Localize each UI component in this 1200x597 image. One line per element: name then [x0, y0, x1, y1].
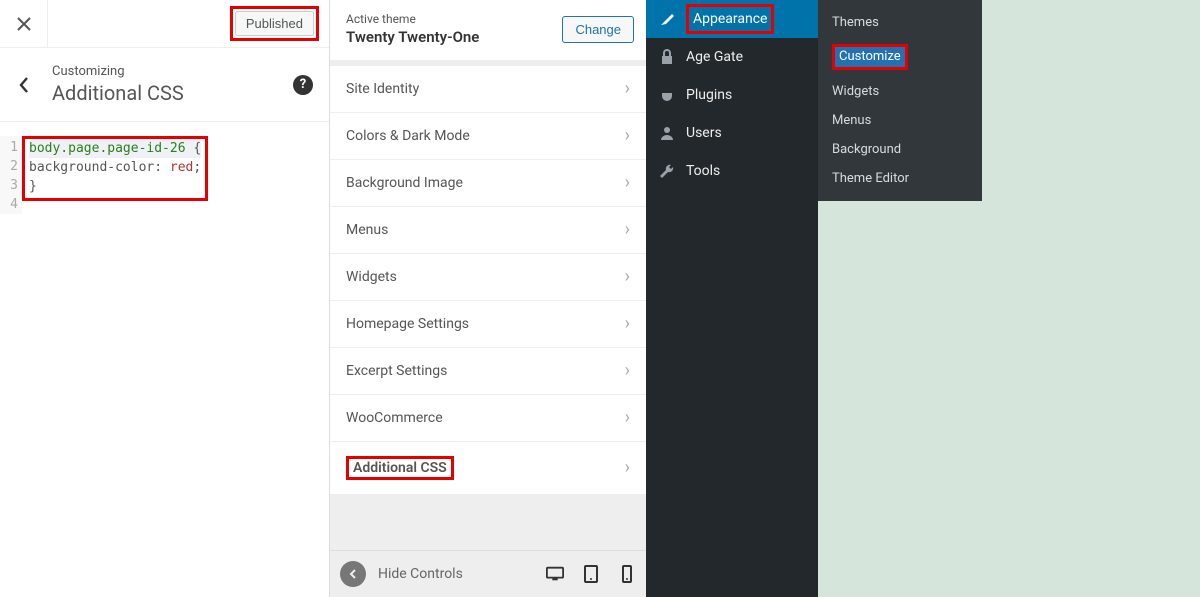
published-button[interactable]: Published: [235, 11, 314, 36]
css-editor[interactable]: 1 2 3 4 body.page.page-id-26 { backgroun…: [0, 122, 329, 214]
page-title: Additional CSS: [52, 81, 293, 105]
wrench-icon: [659, 163, 675, 179]
section-excerpt-settings[interactable]: Excerpt Settings›: [330, 348, 646, 395]
section-homepage-settings[interactable]: Homepage Settings›: [330, 301, 646, 348]
chevron-right-icon: ›: [625, 268, 630, 286]
close-button[interactable]: [0, 0, 48, 48]
customizer-additional-css-panel: Published Customizing Additional CSS ? 1…: [0, 0, 330, 597]
breadcrumb-row: Customizing Additional CSS ?: [0, 48, 329, 122]
css-code-highlight: body.page.page-id-26 { background-color:…: [22, 136, 208, 201]
close-icon: [17, 17, 31, 31]
desktop-preview-icon[interactable]: [546, 565, 564, 583]
chevron-right-icon: ›: [625, 127, 630, 145]
customizer-footer: Hide Controls: [330, 550, 646, 597]
mobile-preview-icon[interactable]: [618, 565, 636, 583]
chevron-right-icon: ›: [625, 174, 630, 192]
chevron-right-icon: ›: [625, 221, 630, 239]
line-number-gutter: 1 2 3 4: [0, 136, 22, 214]
chevron-right-icon: ›: [625, 315, 630, 333]
breadcrumb-label: Customizing: [52, 64, 293, 79]
plug-icon: [659, 87, 675, 103]
active-theme-block: Active theme Twenty Twenty-One Change: [330, 0, 646, 60]
section-menus[interactable]: Menus›: [330, 207, 646, 254]
admin-nav-users[interactable]: Users: [646, 114, 818, 152]
submenu-themes[interactable]: Themes: [818, 8, 982, 37]
submenu-background[interactable]: Background: [818, 135, 982, 164]
section-additional-css[interactable]: Additional CSS ›: [330, 442, 646, 495]
collapse-icon[interactable]: [340, 561, 366, 587]
user-icon: [659, 125, 675, 141]
submenu-widgets[interactable]: Widgets: [818, 77, 982, 106]
admin-nav-plugins[interactable]: Plugins: [646, 76, 818, 114]
section-site-identity[interactable]: Site Identity›: [330, 66, 646, 113]
chevron-left-icon: [18, 76, 30, 94]
help-icon[interactable]: ?: [293, 75, 313, 95]
published-highlight: Published: [230, 6, 319, 41]
submenu-theme-editor[interactable]: Theme Editor: [818, 164, 982, 193]
chevron-right-icon: ›: [625, 362, 630, 380]
section-list: Site Identity› Colors & Dark Mode› Backg…: [330, 60, 646, 495]
submenu-customize[interactable]: Customize: [818, 37, 982, 77]
additional-css-highlight: Additional CSS: [346, 456, 454, 480]
customizer-header: Published: [0, 0, 329, 48]
submenu-menus[interactable]: Menus: [818, 106, 982, 135]
appearance-highlight: Appearance: [686, 4, 774, 34]
change-theme-button[interactable]: Change: [562, 16, 634, 43]
paintbrush-icon: [659, 11, 675, 27]
tablet-preview-icon[interactable]: [582, 565, 600, 583]
section-woocommerce[interactable]: WooCommerce›: [330, 395, 646, 442]
chevron-right-icon: ›: [625, 80, 630, 98]
wp-admin-sidebar: Appearance Age Gate Plugins Users Tools: [646, 0, 818, 597]
lock-icon: [660, 49, 674, 65]
code-line[interactable]: background-color: red;: [29, 158, 201, 177]
admin-nav-appearance[interactable]: Appearance: [646, 0, 818, 38]
admin-nav-tools[interactable]: Tools: [646, 152, 818, 190]
chevron-right-icon: ›: [625, 409, 630, 427]
code-line[interactable]: }: [29, 177, 201, 196]
hide-controls-label[interactable]: Hide Controls: [378, 566, 546, 582]
breadcrumb: Customizing Additional CSS: [48, 64, 293, 105]
section-widgets[interactable]: Widgets›: [330, 254, 646, 301]
back-button[interactable]: [0, 48, 48, 122]
active-theme-label: Active theme: [346, 12, 562, 26]
customize-highlight: Customize: [832, 44, 908, 70]
chevron-right-icon: ›: [625, 459, 630, 477]
customizer-sections-panel: Active theme Twenty Twenty-One Change Si…: [330, 0, 646, 597]
appearance-submenu: Themes Customize Widgets Menus Backgroun…: [818, 0, 982, 201]
code-line[interactable]: body.page.page-id-26 {: [29, 139, 201, 158]
admin-nav-age-gate[interactable]: Age Gate: [646, 38, 818, 76]
section-background-image[interactable]: Background Image›: [330, 160, 646, 207]
active-theme-name: Twenty Twenty-One: [346, 28, 562, 46]
section-colors-dark-mode[interactable]: Colors & Dark Mode›: [330, 113, 646, 160]
